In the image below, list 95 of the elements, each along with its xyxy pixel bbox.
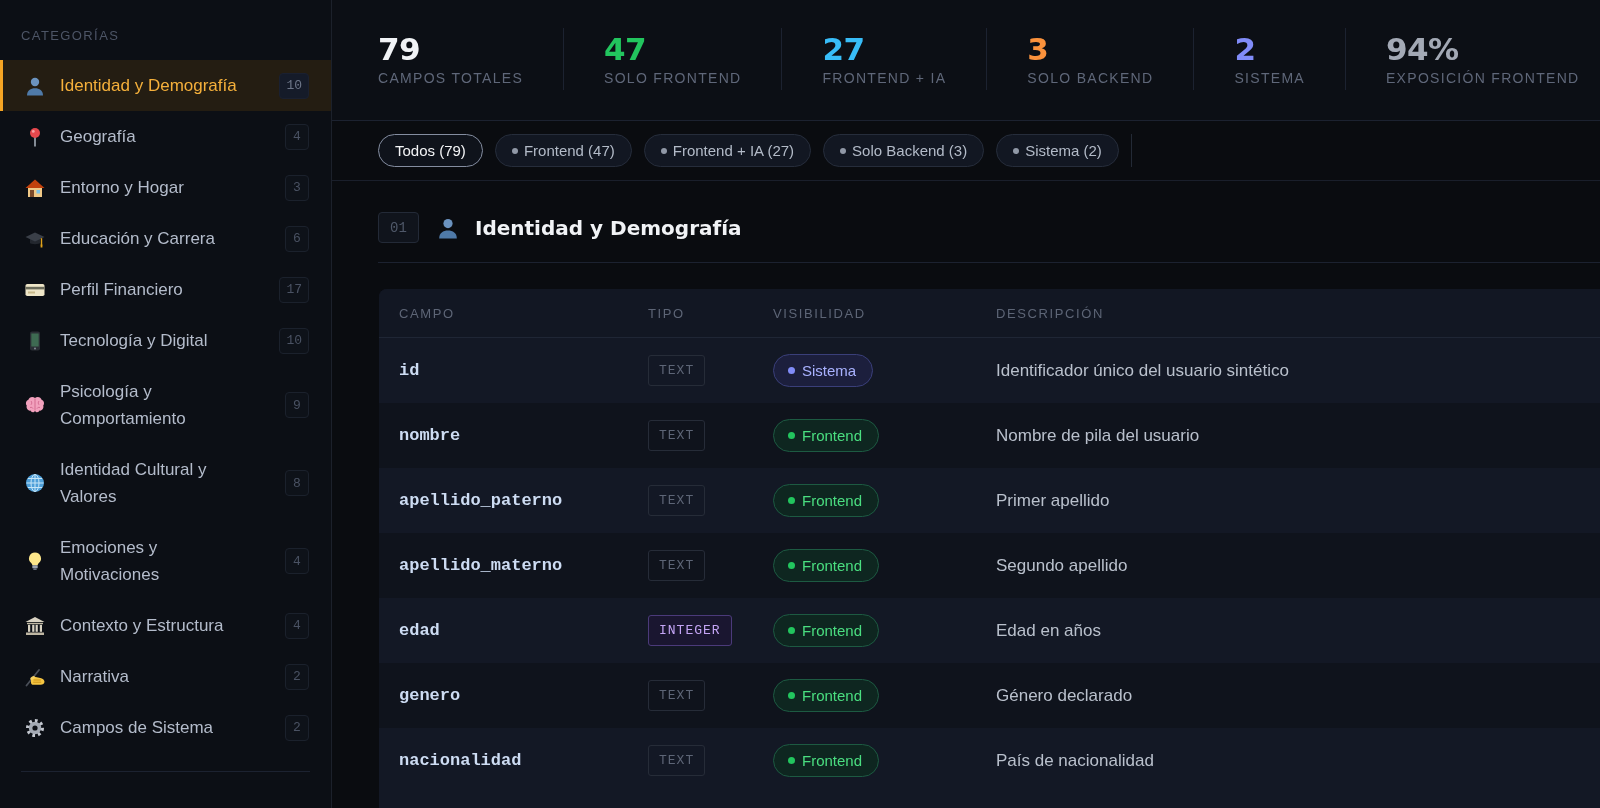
stat-label: SOLO BACKEND xyxy=(1027,70,1154,86)
sidebar-item[interactable]: Contexto y Estructura 4 xyxy=(0,600,331,651)
type-tag: TEXT xyxy=(648,550,706,581)
count-badge: 17 xyxy=(279,276,309,303)
field-name: apellido_paterno xyxy=(399,491,563,510)
status-dot-icon xyxy=(788,757,795,764)
field-description: Primer apellido xyxy=(996,490,1110,511)
column-header: TIPO xyxy=(648,305,685,321)
stat-label: SISTEMA xyxy=(1234,70,1305,86)
field-name: apellido_materno xyxy=(399,556,563,575)
type-tag: TEXT xyxy=(648,745,706,776)
sidebar-item[interactable]: Entorno y Hogar 3 xyxy=(0,162,331,213)
dot-icon xyxy=(660,147,667,154)
field-description: Género declarado xyxy=(996,685,1133,706)
count-badge: 4 xyxy=(285,123,309,150)
field-name: edad xyxy=(399,621,440,640)
sidebar-item[interactable]: Identidad y Demografía 10 xyxy=(0,60,331,111)
count-badge: 8 xyxy=(285,470,309,496)
stat-value: 79 xyxy=(378,32,421,66)
field-name: nacionalidad xyxy=(399,751,522,770)
filter-chip[interactable]: Todos (79) xyxy=(378,134,483,167)
type-tag: TEXT xyxy=(648,355,706,386)
sidebar-item[interactable]: Tecnología y Digital 10 xyxy=(0,315,331,366)
stat-value: 2 xyxy=(1234,32,1256,66)
field-description: Identificador único del usuario sintético xyxy=(996,360,1289,381)
visibility-label: Frontend xyxy=(802,687,863,704)
field-description: País de nacionalidad xyxy=(996,750,1154,771)
visibility-label: Frontend xyxy=(802,427,863,444)
count-badge: 4 xyxy=(285,612,309,639)
filter-chip[interactable]: Frontend (47) xyxy=(494,134,632,167)
visibility-label: Sistema xyxy=(802,362,857,379)
type-tag: TEXT xyxy=(648,485,706,516)
status-dot-icon xyxy=(788,627,795,634)
visibility-label: Frontend xyxy=(802,622,863,639)
field-description: Segundo apellido xyxy=(996,555,1128,576)
sidebar-item[interactable]: Emociones y Motivaciones 4 xyxy=(0,522,331,600)
filter-chip[interactable]: Frontend + IA (27) xyxy=(643,134,812,167)
count-badge: 10 xyxy=(279,327,309,354)
globe-icon xyxy=(25,473,45,493)
count-badge: 2 xyxy=(285,714,309,741)
column-header: DESCRIPCIÓN xyxy=(996,305,1104,321)
columns-building-icon xyxy=(25,615,45,636)
field-name: nombre xyxy=(399,426,461,445)
count-badge: 3 xyxy=(285,174,309,201)
stat-value: 94% xyxy=(1386,32,1459,66)
count-badge: 2 xyxy=(285,663,309,690)
field-name: genero xyxy=(399,686,461,705)
sidebar-item[interactable]: Narrativa 2 xyxy=(0,651,331,702)
writing-hand-icon xyxy=(25,666,45,687)
sidebar-item[interactable]: Educación y Carrera 6 xyxy=(0,213,331,264)
stat-label: SOLO FRONTEND xyxy=(604,70,742,86)
sidebar-item[interactable]: Psicología y Comportamiento 9 xyxy=(0,366,331,444)
filter-chip[interactable]: Solo Backend (3) xyxy=(823,134,985,167)
person-icon xyxy=(25,75,45,96)
dot-icon xyxy=(840,147,847,154)
field-description: Nombre de pila del usuario xyxy=(996,425,1200,446)
section-number: 01 xyxy=(378,212,419,243)
gear-icon xyxy=(25,717,45,738)
visibility-label: Frontend xyxy=(802,752,863,769)
stat-value: 47 xyxy=(604,32,647,66)
stat-label: FRONTEND + IA xyxy=(822,70,947,86)
house-icon xyxy=(25,177,45,198)
brain-icon xyxy=(25,395,45,415)
stat-label: EXPOSICIÓN FRONTEND xyxy=(1386,70,1580,86)
status-dot-icon xyxy=(788,432,795,439)
count-badge: 10 xyxy=(279,72,309,99)
count-badge: 4 xyxy=(285,548,309,574)
status-dot-icon xyxy=(788,497,795,504)
person-icon xyxy=(437,216,459,239)
type-tag: INTEGER xyxy=(648,615,732,646)
stat-value: 27 xyxy=(822,32,865,66)
stat-value: 3 xyxy=(1027,32,1049,66)
column-header: VISIBILIDAD xyxy=(773,305,866,321)
type-tag: TEXT xyxy=(648,420,706,451)
section-title: Identidad y Demografía xyxy=(475,214,742,241)
sidebar-item[interactable]: Geografía 4 xyxy=(0,111,331,162)
status-dot-icon xyxy=(788,367,795,374)
type-tag: TEXT xyxy=(648,680,706,711)
sidebar-heading: CATEGORÍAS xyxy=(20,28,121,44)
dot-icon xyxy=(1013,147,1020,154)
count-badge: 6 xyxy=(285,225,309,252)
stat-label: CAMPOS TOTALES xyxy=(378,70,523,86)
filter-chip[interactable]: Sistema (2) xyxy=(996,134,1119,167)
sidebar-item[interactable]: Perfil Financiero 17 xyxy=(0,264,331,315)
sidebar-item[interactable]: Campos de Sistema 2 xyxy=(0,702,331,753)
column-header: CAMPO xyxy=(399,305,455,321)
field-description: Edad en años xyxy=(996,620,1101,641)
dot-icon xyxy=(511,147,518,154)
field-name: id xyxy=(399,361,420,380)
status-dot-icon xyxy=(788,562,795,569)
status-dot-icon xyxy=(788,692,795,699)
count-badge: 9 xyxy=(285,392,309,418)
visibility-label: Frontend xyxy=(802,492,863,509)
visibility-label: Frontend xyxy=(802,557,863,574)
sidebar-item[interactable]: Identidad Cultural y Valores 8 xyxy=(0,444,331,522)
